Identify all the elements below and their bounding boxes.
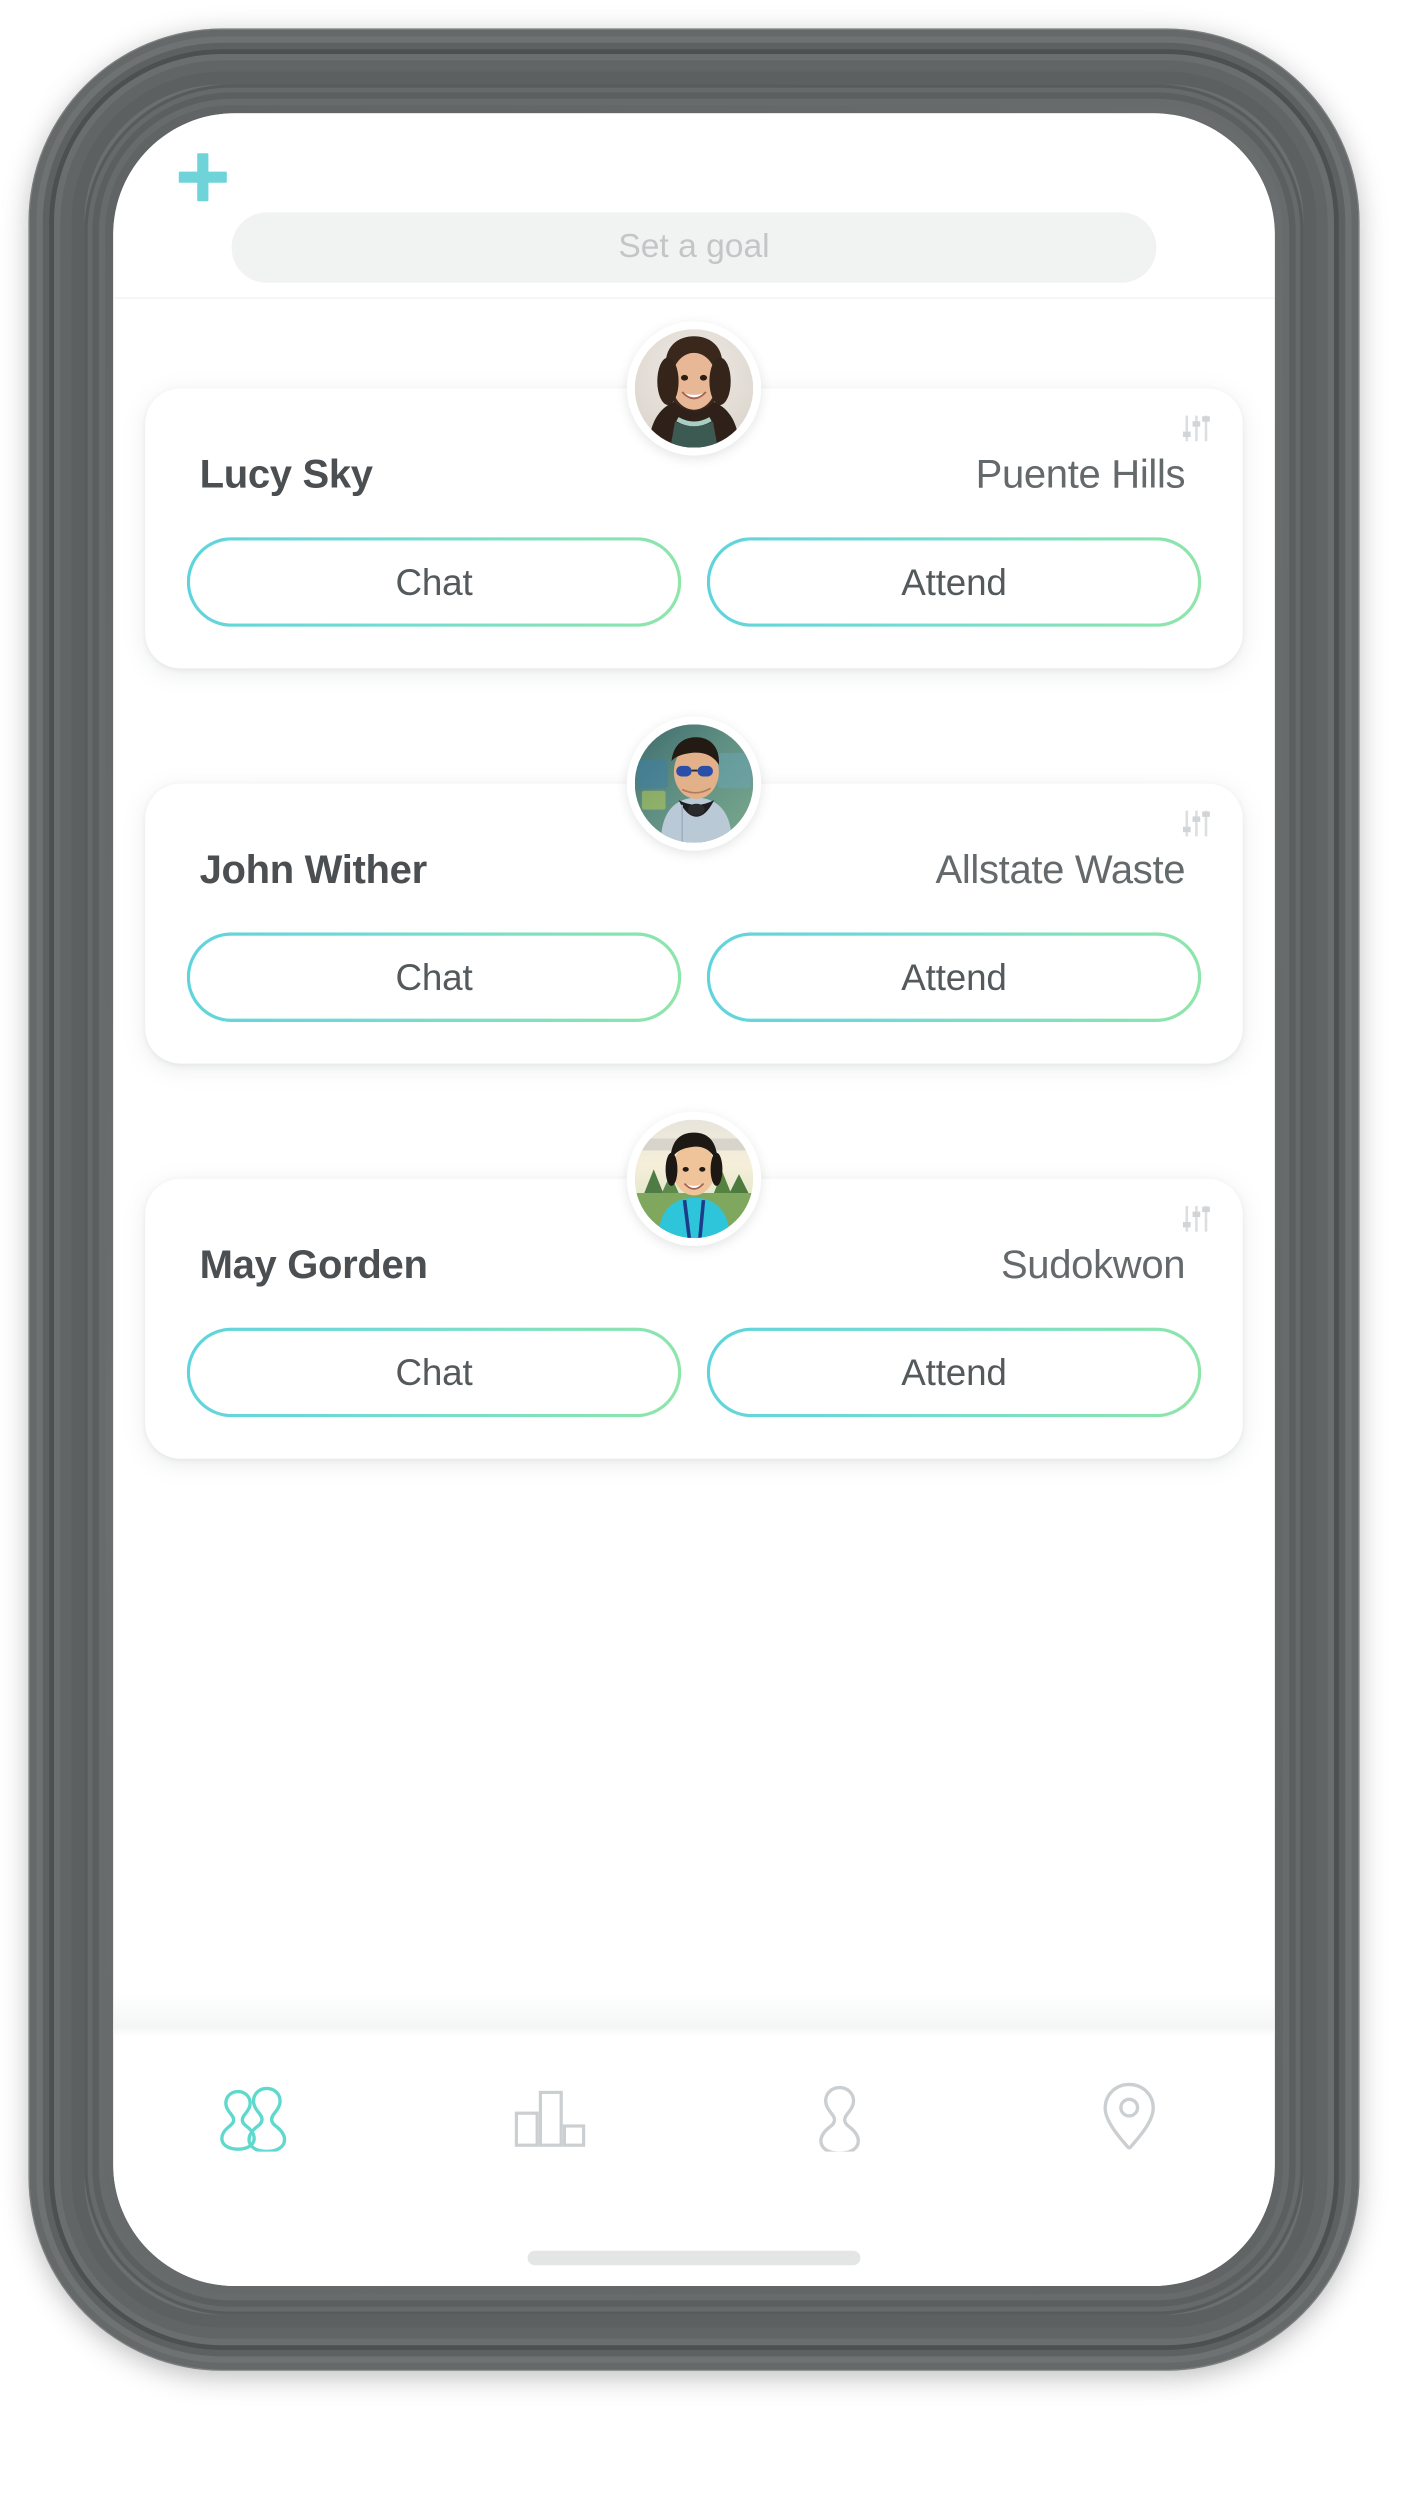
card-actions: Chat Attend [187, 537, 1201, 627]
attend-button[interactable]: Attend [707, 1328, 1201, 1418]
home-indicator-area [113, 2228, 1275, 2286]
avatar-image-lucy-sky [634, 329, 754, 448]
home-indicator[interactable] [527, 2250, 861, 2265]
attend-button[interactable]: Attend [707, 932, 1201, 1022]
avatar[interactable] [626, 716, 762, 851]
card-actions: Chat Attend [187, 1328, 1201, 1418]
phone-screen: Lucy Sky Puente Hills Chat Attend [113, 113, 1275, 2287]
person-place: Allstate Waste [935, 847, 1186, 893]
person-name: John Wither [199, 847, 428, 893]
screenshot-stage: Lucy Sky Puente Hills Chat Attend [0, 0, 1422, 2509]
attend-button[interactable]: Attend [707, 537, 1201, 627]
location-pin-icon [1085, 2080, 1175, 2154]
card-options-button[interactable] [1179, 1201, 1214, 1236]
plus-icon [171, 145, 235, 209]
person-name: Lucy Sky [199, 452, 373, 498]
chat-button[interactable]: Chat [187, 932, 681, 1022]
feed-bottom-fade [113, 1994, 1275, 2037]
card-options-button[interactable] [1179, 806, 1214, 841]
avatar-image-john-wither [634, 724, 754, 843]
feed-list[interactable]: Lucy Sky Puente Hills Chat Attend John W… [113, 298, 1275, 2037]
person-icon [794, 2081, 884, 2152]
avatar[interactable] [626, 1111, 762, 1246]
phone-frame-outer: Lucy Sky Puente Hills Chat Attend [30, 30, 1358, 2370]
sliders-icon [1179, 806, 1214, 841]
people-group-icon [214, 2081, 304, 2152]
list-item: Lucy Sky Puente Hills Chat Attend [145, 321, 1243, 669]
card-options-button[interactable] [1179, 411, 1214, 446]
person-place: Puente Hills [975, 452, 1186, 498]
list-item: John Wither Allstate Waste Chat Attend [145, 716, 1243, 1064]
sliders-icon [1179, 411, 1214, 446]
phone-frame-inner: Lucy Sky Puente Hills Chat Attend [84, 84, 1304, 2315]
goal-input[interactable] [231, 212, 1157, 283]
avatar-image-may-gorden [634, 1119, 754, 1238]
avatar[interactable] [626, 321, 762, 456]
card-meta: John Wither Allstate Waste [187, 848, 1201, 894]
tab-location[interactable] [984, 2068, 1274, 2164]
app-header [113, 113, 1275, 299]
chat-button[interactable]: Chat [187, 1328, 681, 1418]
list-item: May Gorden Sudokwon Chat Attend [145, 1111, 1243, 1459]
card-meta: May Gorden Sudokwon [187, 1243, 1201, 1289]
tab-profile[interactable] [694, 2068, 984, 2164]
add-button[interactable] [164, 139, 241, 216]
tab-people[interactable] [113, 2068, 403, 2164]
card-actions: Chat Attend [187, 932, 1201, 1022]
bar-chart-icon [504, 2081, 594, 2151]
person-place: Sudokwon [1000, 1242, 1186, 1288]
tab-stats[interactable] [404, 2068, 694, 2164]
person-name: May Gorden [199, 1242, 428, 1288]
card-meta: Lucy Sky Puente Hills [187, 452, 1201, 498]
sliders-icon [1179, 1201, 1214, 1236]
chat-button[interactable]: Chat [187, 537, 681, 627]
bottom-tabbar [113, 2036, 1275, 2229]
